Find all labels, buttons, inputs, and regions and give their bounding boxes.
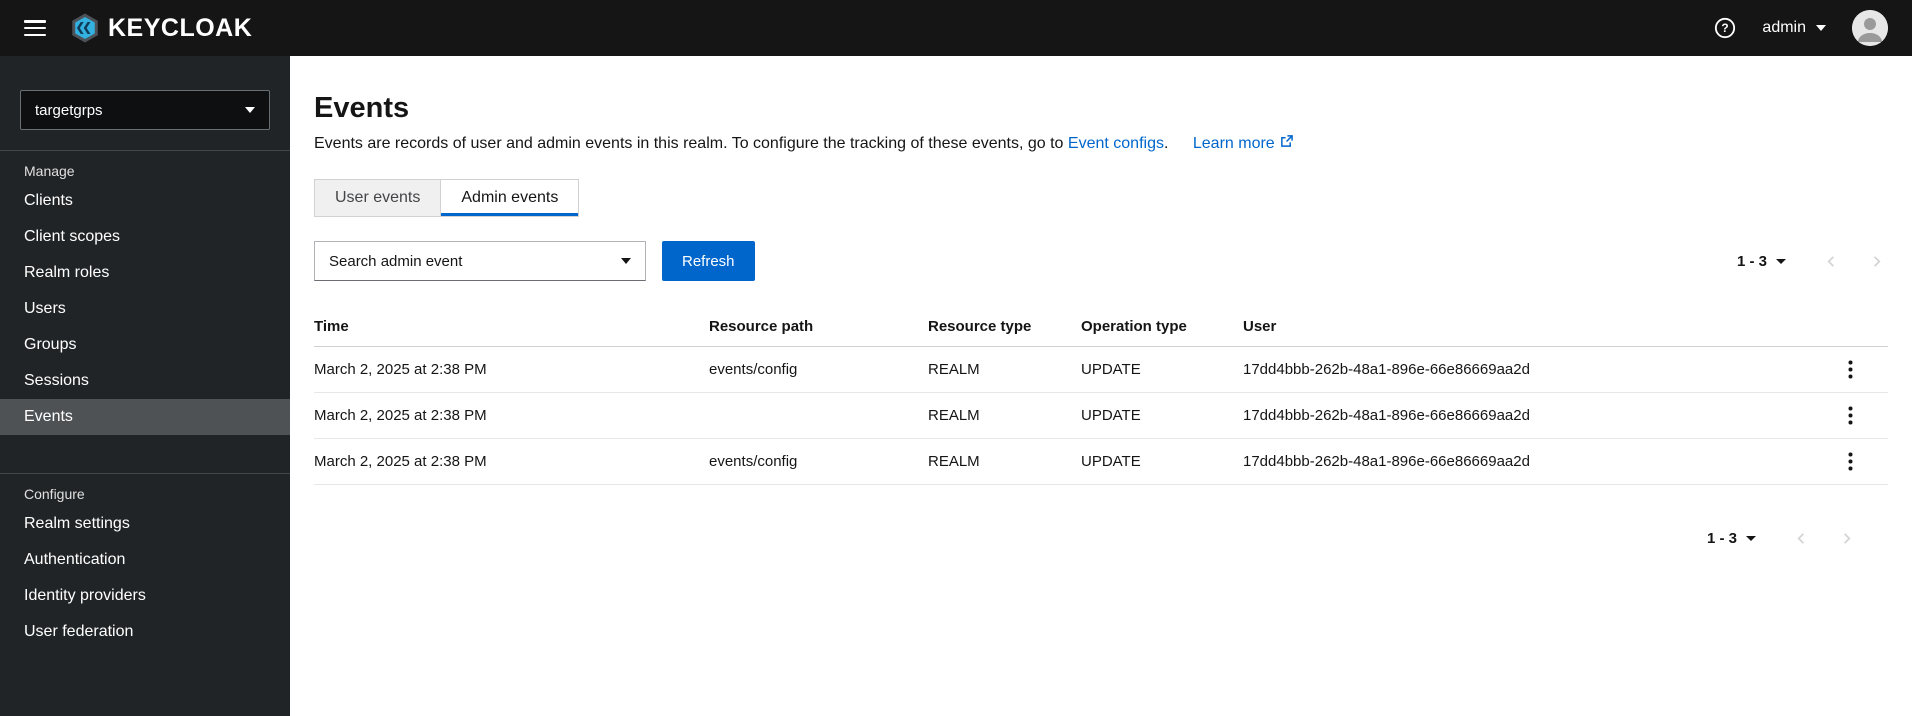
row-kebab-icon[interactable]: [1840, 358, 1861, 381]
description-text: Events are records of user and admin eve…: [314, 135, 1064, 152]
table-header-row: Time Resource path Resource type Operati…: [314, 307, 1888, 347]
column-resource-path: Resource path: [709, 307, 928, 347]
keycloak-logo-icon: [68, 11, 102, 45]
chevron-down-icon: [1746, 536, 1756, 541]
toolbar: Search admin event Refresh 1 - 3: [314, 241, 1888, 281]
cell-resource-type: REALM: [928, 346, 1081, 393]
table-row: March 2, 2025 at 2:38 PM events/config R…: [314, 438, 1888, 485]
page-title: Events: [314, 92, 410, 124]
admin-events-table: Time Resource path Resource type Operati…: [314, 307, 1888, 485]
cell-time: March 2, 2025 at 2:38 PM: [314, 346, 709, 393]
sidebar-item-groups[interactable]: Groups: [0, 327, 290, 363]
sidebar-item-identity-providers[interactable]: Identity providers: [0, 578, 290, 614]
realm-selector[interactable]: targetgrps: [20, 90, 270, 130]
sidebar-item-events[interactable]: Events: [0, 399, 290, 435]
nav-toggle-hamburger-icon[interactable]: [24, 20, 46, 36]
search-admin-event-select[interactable]: Search admin event: [314, 241, 646, 281]
pagination-bottom: 1 - 3: [314, 527, 1888, 550]
sidebar-item-users[interactable]: Users: [0, 291, 290, 327]
sidebar-item-realm-roles[interactable]: Realm roles: [0, 255, 290, 291]
pagination-range-dropdown[interactable]: 1 - 3: [1737, 253, 1786, 270]
cell-time: March 2, 2025 at 2:38 PM: [314, 392, 709, 439]
sidebar-item-user-federation[interactable]: User federation: [0, 614, 290, 650]
learn-more-link[interactable]: Learn more: [1193, 135, 1293, 153]
pagination-prev-icon[interactable]: [1790, 527, 1813, 550]
cell-operation-type: UPDATE: [1081, 346, 1243, 393]
column-actions: [1840, 307, 1888, 347]
sidebar-item-clients[interactable]: Clients: [0, 183, 290, 219]
pagination-top: 1 - 3: [1737, 250, 1888, 273]
pagination-next-icon[interactable]: [1865, 250, 1888, 273]
realm-name: targetgrps: [35, 101, 103, 119]
app-window: KEYCLOAK ? admin targetgrps Manage Clien…: [0, 0, 1912, 716]
cell-time: March 2, 2025 at 2:38 PM: [314, 438, 709, 485]
masthead-right: ? admin: [1714, 10, 1888, 46]
pagination-prev-icon[interactable]: [1820, 250, 1843, 273]
cell-user: 17dd4bbb-262b-48a1-896e-66e86669aa2d: [1243, 392, 1840, 439]
table-row: March 2, 2025 at 2:38 PM REALM UPDATE 17…: [314, 392, 1888, 439]
username: admin: [1762, 19, 1806, 36]
masthead: KEYCLOAK ? admin: [0, 0, 1912, 56]
pagination-next-icon[interactable]: [1835, 527, 1858, 550]
tab-user-events[interactable]: User events: [315, 180, 442, 216]
cell-user: 17dd4bbb-262b-48a1-896e-66e86669aa2d: [1243, 346, 1840, 393]
description-period: .: [1163, 135, 1169, 152]
cell-operation-type: UPDATE: [1081, 438, 1243, 485]
tabs: User events Admin events: [314, 179, 580, 217]
cell-resource-path: events/config: [709, 346, 928, 393]
page-description: Events are records of user and admin eve…: [314, 135, 1888, 153]
cell-resource-type: REALM: [928, 392, 1081, 439]
avatar[interactable]: [1852, 10, 1888, 46]
configure-section: Configure Realm settings Authentication …: [0, 473, 290, 650]
sidebar: targetgrps Manage Clients Client scopes …: [0, 56, 290, 716]
brand-text: KEYCLOAK: [108, 13, 253, 42]
svg-text:?: ?: [1722, 21, 1729, 35]
configure-section-label: Configure: [24, 486, 85, 502]
sidebar-item-client-scopes[interactable]: Client scopes: [0, 219, 290, 255]
column-time: Time: [314, 307, 709, 347]
column-resource-type: Resource type: [928, 307, 1081, 347]
row-kebab-icon[interactable]: [1840, 404, 1861, 427]
event-configs-link[interactable]: Event configs: [1068, 135, 1164, 152]
chevron-down-icon: [245, 107, 255, 113]
external-link-icon: [1280, 135, 1293, 153]
cell-resource-path: [709, 392, 928, 439]
sidebar-item-authentication[interactable]: Authentication: [0, 542, 290, 578]
user-menu-dropdown[interactable]: admin: [1762, 19, 1826, 37]
chevron-down-icon: [621, 258, 631, 264]
cell-resource-type: REALM: [928, 438, 1081, 485]
column-user: User: [1243, 307, 1840, 347]
pagination-range-dropdown[interactable]: 1 - 3: [1707, 530, 1756, 547]
keycloak-brand: KEYCLOAK: [68, 11, 252, 45]
manage-section: Manage Clients Client scopes Realm roles…: [0, 151, 290, 435]
cell-resource-path: events/config: [709, 438, 928, 485]
main-content: Events Events are records of user and ad…: [290, 56, 1912, 716]
tab-admin-events[interactable]: Admin events: [441, 180, 579, 216]
cell-operation-type: UPDATE: [1081, 392, 1243, 439]
search-select-value: Search admin event: [329, 252, 463, 270]
sidebar-item-realm-settings[interactable]: Realm settings: [0, 506, 290, 542]
manage-section-label: Manage: [24, 163, 75, 179]
table-row: March 2, 2025 at 2:38 PM events/config R…: [314, 346, 1888, 393]
refresh-button[interactable]: Refresh: [662, 241, 755, 281]
cell-user: 17dd4bbb-262b-48a1-896e-66e86669aa2d: [1243, 438, 1840, 485]
row-kebab-icon[interactable]: [1840, 450, 1861, 473]
help-icon[interactable]: ?: [1714, 17, 1736, 39]
column-operation-type: Operation type: [1081, 307, 1243, 347]
chevron-down-icon: [1776, 258, 1786, 264]
chevron-down-icon: [1816, 25, 1826, 31]
sidebar-item-sessions[interactable]: Sessions: [0, 363, 290, 399]
